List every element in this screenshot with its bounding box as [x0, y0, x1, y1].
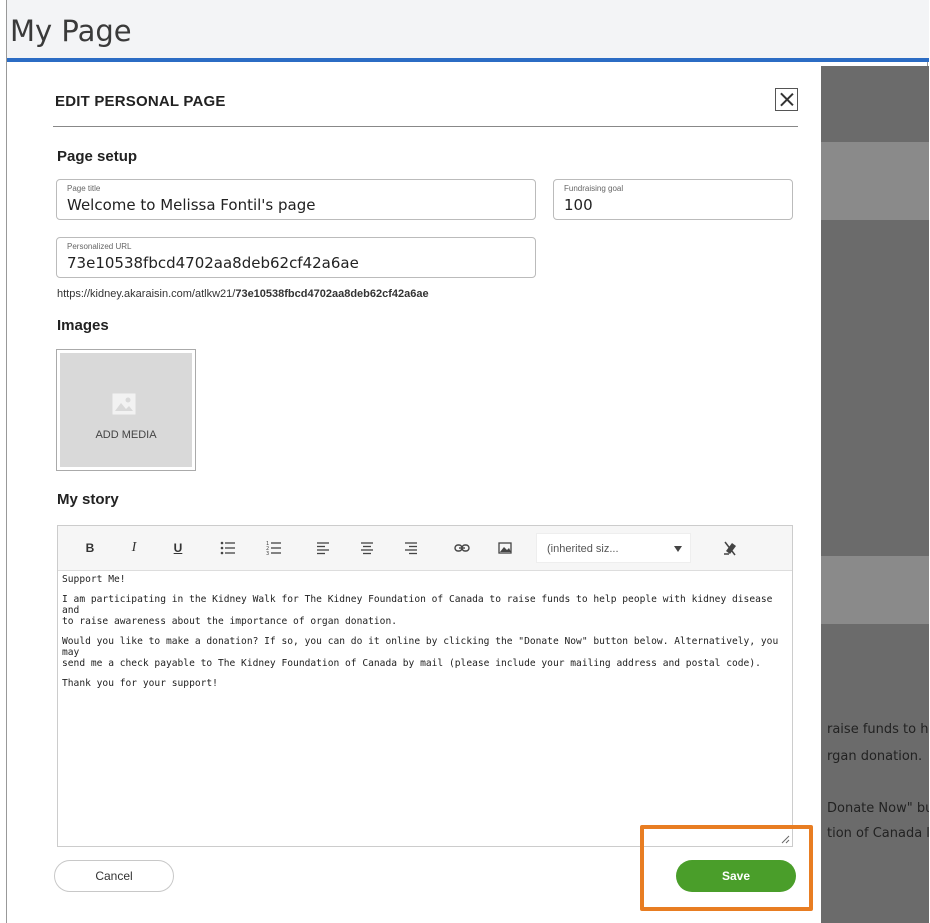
- url-preview: https://kidney.akaraisin.com/atlkw21/73e…: [57, 288, 429, 300]
- font-size-select-value: (inherited siz...: [547, 543, 619, 555]
- story-paragraph: I am participating in the Kidney Walk fo…: [62, 594, 773, 627]
- fundraising-goal-label: Fundraising goal: [564, 184, 624, 193]
- link-icon[interactable]: [454, 538, 470, 558]
- cancel-button[interactable]: Cancel: [54, 860, 174, 892]
- images-heading: Images: [57, 317, 109, 334]
- personalized-url-label: Personalized URL: [67, 242, 132, 251]
- backdrop-band: [821, 142, 929, 220]
- font-size-select[interactable]: (inherited siz...: [536, 533, 691, 563]
- story-paragraph: Thank you for your support!: [62, 678, 218, 689]
- image-placeholder-icon: [112, 393, 136, 415]
- align-right-icon[interactable]: [404, 538, 418, 558]
- story-text[interactable]: Support Me! I am participating in the Ki…: [62, 574, 786, 844]
- align-left-icon[interactable]: [316, 538, 330, 558]
- story-paragraph: Support Me!: [62, 574, 126, 585]
- editor-toolbar: B I U 123 (inherited siz...: [58, 526, 792, 571]
- svg-text:3: 3: [266, 551, 269, 557]
- url-slug: 73e10538fbcd4702aa8deb62cf42a6ae: [235, 288, 429, 300]
- underline-button[interactable]: U: [170, 538, 186, 558]
- close-icon[interactable]: [775, 88, 798, 111]
- background-text: tion of Canada l: [827, 826, 929, 841]
- add-media-label: ADD MEDIA: [95, 429, 157, 441]
- page-title-field[interactable]: Page title Welcome to Melissa Fontil's p…: [56, 179, 536, 220]
- url-base: https://kidney.akaraisin.com/atlkw21/: [57, 288, 236, 300]
- personalized-url-value: 73e10538fbcd4702aa8deb62cf42a6ae: [67, 254, 359, 272]
- modal-backdrop: raise funds to h rgan donation. Donate N…: [821, 66, 929, 923]
- align-center-icon[interactable]: [360, 538, 374, 558]
- page-header: My Page: [7, 0, 929, 62]
- app-frame: My Page raise funds to h rgan donation. …: [6, 0, 929, 923]
- edit-personal-page-dialog: EDIT PERSONAL PAGE Page setup Page title…: [21, 66, 821, 923]
- divider: [53, 126, 798, 127]
- backdrop-band: [821, 556, 929, 624]
- background-text: rgan donation.: [827, 749, 923, 764]
- personalized-url-field[interactable]: Personalized URL 73e10538fbcd4702aa8deb6…: [56, 237, 536, 278]
- bullet-list-icon[interactable]: [220, 538, 236, 558]
- chevron-down-icon: [674, 546, 682, 552]
- fundraising-goal-value: 100: [564, 196, 593, 214]
- save-highlight-annotation: [640, 825, 813, 911]
- numbered-list-icon[interactable]: 123: [266, 538, 282, 558]
- italic-button[interactable]: I: [126, 538, 142, 558]
- add-media-button[interactable]: ADD MEDIA: [56, 349, 196, 471]
- page-title: My Page: [10, 14, 132, 48]
- background-text: raise funds to h: [827, 722, 929, 737]
- my-story-heading: My story: [57, 491, 119, 508]
- fundraising-goal-field[interactable]: Fundraising goal 100: [553, 179, 793, 220]
- clear-format-icon[interactable]: [722, 538, 738, 558]
- page-setup-heading: Page setup: [57, 148, 138, 165]
- story-editor[interactable]: B I U 123 (inherited siz... Support Me! …: [57, 525, 793, 847]
- image-icon[interactable]: [498, 538, 512, 558]
- add-media-tile: ADD MEDIA: [60, 353, 192, 467]
- page-title-label: Page title: [67, 184, 101, 193]
- dialog-title: EDIT PERSONAL PAGE: [55, 93, 226, 110]
- page-title-value: Welcome to Melissa Fontil's page: [67, 196, 316, 214]
- background-text: Donate Now" bu: [827, 801, 929, 816]
- bold-button[interactable]: B: [82, 538, 98, 558]
- story-paragraph: Would you like to make a donation? If so…: [62, 636, 779, 669]
